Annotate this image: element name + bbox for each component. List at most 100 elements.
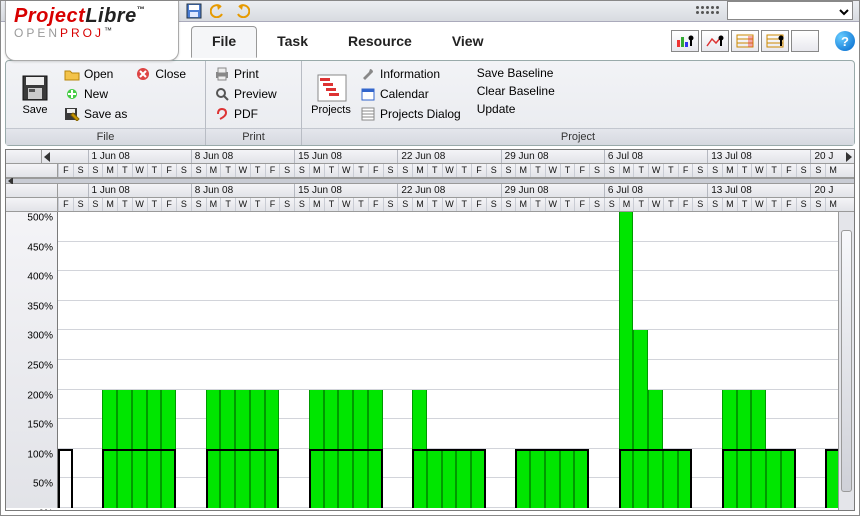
day-label: F <box>471 164 486 177</box>
capacity-outline <box>515 449 589 508</box>
tab-file[interactable]: File <box>191 26 257 58</box>
close-icon <box>135 66 151 82</box>
day-label: T <box>117 198 132 211</box>
y-tick-label: 0% <box>39 509 53 511</box>
week-label: 6 Jul 08 <box>604 184 643 197</box>
day-label: T <box>220 164 235 177</box>
day-label: T <box>560 164 575 177</box>
day-label: F <box>574 198 589 211</box>
view-task-usage-button[interactable] <box>731 30 759 52</box>
ribbon: Save Open New Save as Close File Print P… <box>5 60 855 146</box>
information-button[interactable]: Information <box>358 65 463 83</box>
day-label: W <box>338 164 353 177</box>
capacity-outline <box>309 449 383 508</box>
week-label: 15 Jun 08 <box>294 184 342 197</box>
day-label: T <box>560 198 575 211</box>
day-label: S <box>73 198 88 211</box>
save-as-icon <box>64 106 80 122</box>
view-none-button[interactable] <box>791 30 819 52</box>
calendar-icon <box>360 86 376 102</box>
print-button[interactable]: Print <box>212 65 279 83</box>
save-button[interactable]: Save <box>12 65 58 125</box>
calendar-button[interactable]: Calendar <box>358 85 463 103</box>
week-label: 20 J <box>810 184 833 197</box>
upper-corner <box>6 150 42 163</box>
tab-view[interactable]: View <box>432 27 504 57</box>
scroll-left-upper[interactable] <box>44 152 50 162</box>
y-tick-label: 100% <box>27 449 53 460</box>
save-as-button[interactable]: Save as <box>62 105 129 123</box>
day-label: M <box>825 164 840 177</box>
day-label: W <box>648 198 663 211</box>
y-axis: 0%50%100%150%200%250%300%350%400%450%500… <box>6 212 58 508</box>
day-label: F <box>58 164 73 177</box>
week-label: 22 Jun 08 <box>397 184 445 197</box>
magnifier-icon <box>214 86 230 102</box>
day-label: S <box>501 164 516 177</box>
view-chart-button[interactable] <box>701 30 729 52</box>
preview-button[interactable]: Preview <box>212 85 279 103</box>
close-button[interactable]: Close <box>133 65 188 83</box>
day-label: T <box>737 164 752 177</box>
pdf-button[interactable]: PDF <box>212 105 279 123</box>
view-histogram-button[interactable] <box>671 30 699 52</box>
week-label: 29 Jun 08 <box>501 150 549 163</box>
qat-save-button[interactable] <box>185 3 203 19</box>
clear-baseline-button[interactable]: Clear Baseline <box>475 83 557 99</box>
tab-task[interactable]: Task <box>257 27 328 57</box>
qat-redo-button[interactable] <box>233 3 251 19</box>
day-label: S <box>294 198 309 211</box>
save-icon <box>21 74 49 102</box>
day-label: F <box>368 198 383 211</box>
project-selector[interactable] <box>727 1 853 20</box>
day-label: T <box>633 198 648 211</box>
y-tick-label: 450% <box>27 242 53 253</box>
week-label: 8 Jun 08 <box>191 184 233 197</box>
logo-proj: PROJ <box>60 26 104 40</box>
day-label: M <box>825 198 840 211</box>
day-label: S <box>383 198 398 211</box>
day-label: T <box>353 198 368 211</box>
y-tick-label: 350% <box>27 301 53 312</box>
day-label: T <box>324 198 339 211</box>
save-baseline-button[interactable]: Save Baseline <box>475 65 557 81</box>
open-button[interactable]: Open <box>62 65 129 83</box>
day-label: T <box>220 198 235 211</box>
scroll-right-upper[interactable] <box>846 152 852 162</box>
day-label: W <box>545 164 560 177</box>
day-label: S <box>191 164 206 177</box>
view-resource-usage-button[interactable] <box>761 30 789 52</box>
project-selector-dropdown[interactable] <box>728 4 852 21</box>
qat-undo-button[interactable] <box>209 3 227 19</box>
day-label: S <box>191 198 206 211</box>
y-tick-label: 500% <box>27 213 53 224</box>
update-button[interactable]: Update <box>475 101 557 117</box>
day-label: W <box>545 198 560 211</box>
capacity-outline <box>412 449 486 508</box>
capacity-outline <box>102 449 176 508</box>
y-tick-label: 50% <box>33 479 53 490</box>
lower-timescale-days: FSSMTWTFSSMTWTFSSMTWTFSSMTWTFSSMTWTFSSMT… <box>6 198 854 212</box>
help-button[interactable]: ? <box>835 31 855 51</box>
day-label: S <box>88 164 103 177</box>
day-label: T <box>530 164 545 177</box>
week-label: 6 Jul 08 <box>604 150 643 163</box>
day-label: W <box>132 164 147 177</box>
projects-button[interactable]: Projects <box>308 65 354 125</box>
vertical-scrollbar[interactable] <box>838 212 854 510</box>
day-label: S <box>397 164 412 177</box>
day-label: T <box>663 164 678 177</box>
day-label: T <box>456 164 471 177</box>
tab-resource[interactable]: Resource <box>328 27 432 57</box>
new-button[interactable]: New <box>62 85 129 103</box>
day-label: W <box>442 164 457 177</box>
scrollbar-thumb[interactable] <box>841 230 852 492</box>
day-label: M <box>102 198 117 211</box>
day-label: F <box>161 164 176 177</box>
day-label: T <box>427 164 442 177</box>
day-label: S <box>589 164 604 177</box>
projects-dialog-button[interactable]: Projects Dialog <box>358 105 463 123</box>
quick-access-toolbar <box>185 3 251 19</box>
group-file-title: File <box>6 128 205 145</box>
ribbon-tabs: File Task Resource View ? <box>191 22 855 60</box>
